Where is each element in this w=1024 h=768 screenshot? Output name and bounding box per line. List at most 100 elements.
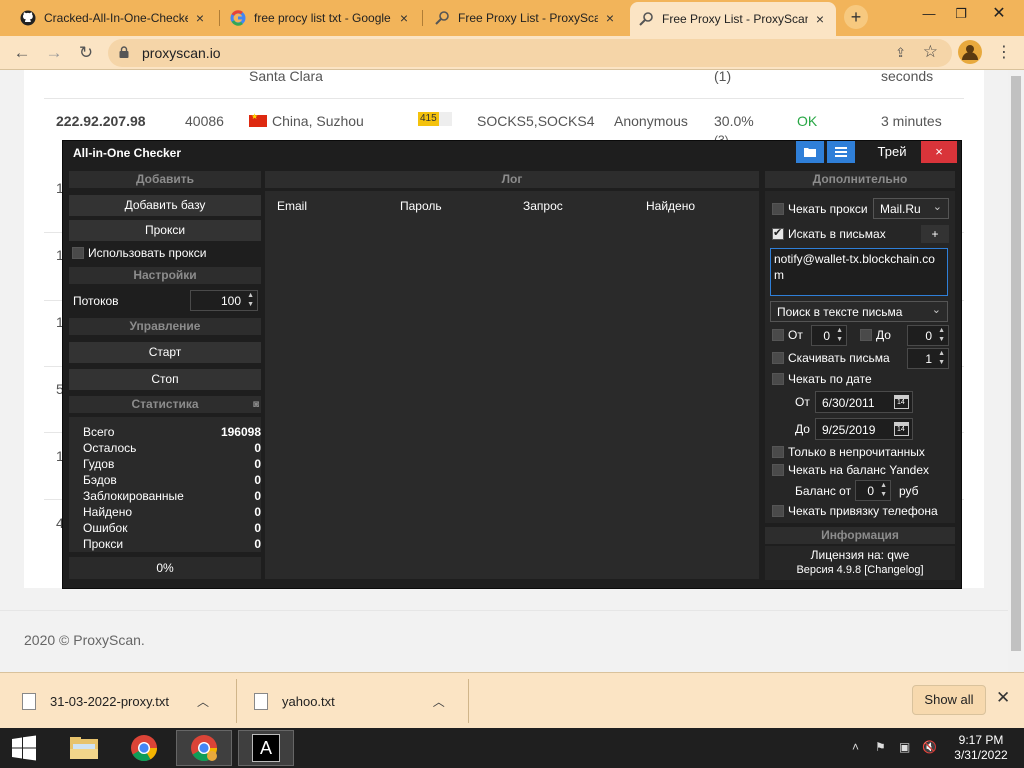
camera-icon[interactable]: ◙ xyxy=(253,396,259,413)
stepper-arrows-icon[interactable]: ▲ ▼ xyxy=(880,481,887,499)
bookmark-star-icon[interactable]: ☆ xyxy=(923,42,938,62)
download-item[interactable]: yahoo.txt ︿ xyxy=(246,682,445,720)
checker-app-icon[interactable]: A xyxy=(238,730,294,766)
cell-type: SOCKS5,SOCKS4 xyxy=(477,113,595,129)
add-query-button[interactable]: + xyxy=(921,225,949,243)
tab-close-icon[interactable]: × xyxy=(812,11,828,27)
search-query-textarea[interactable]: notify@wallet-tx.blockchain.com xyxy=(770,248,948,296)
back-arrow-icon[interactable]: ← xyxy=(10,42,34,66)
checker-close-button[interactable]: × xyxy=(921,141,957,163)
download-item[interactable]: 31-03-2022-proxy.txt ︿ xyxy=(14,682,209,720)
tab-close-icon[interactable]: × xyxy=(602,10,618,26)
tab-close-icon[interactable]: × xyxy=(396,10,412,26)
stats-header: Статистика ◙ xyxy=(69,396,261,413)
phone-binding-checkbox[interactable] xyxy=(772,505,784,517)
log-column-request[interactable]: Запрос xyxy=(523,199,563,213)
stats-panel: Всего 196098 Осталось 0 Гудов 0 Бэдов 0 Забл… xyxy=(69,417,261,552)
download-count-stepper[interactable]: 1 ▲ ▼ xyxy=(907,348,949,369)
restore-icon[interactable]: ❐ xyxy=(948,3,974,25)
tab-github[interactable]: Cracked-All-In-One-Checker × xyxy=(12,3,216,33)
balance-from-stepper[interactable]: 0 ▲ ▼ xyxy=(855,480,891,501)
log-column-password[interactable]: Пароль xyxy=(400,199,442,213)
tab-proxyscan[interactable]: Free Proxy List - ProxyScan × xyxy=(426,3,626,33)
add-database-button[interactable]: Добавить базу xyxy=(69,195,261,216)
reload-icon[interactable]: ↻ xyxy=(74,42,98,66)
cell-anonymity: Anonymous xyxy=(614,113,688,129)
share-icon[interactable]: ⇪ xyxy=(895,45,906,61)
check-by-date-checkbox[interactable] xyxy=(772,373,784,385)
extra-header: Дополнительно xyxy=(765,171,955,188)
scrollbar-thumb[interactable] xyxy=(1011,76,1021,651)
version-changelog-link[interactable]: Версия 4.9.8 [Changelog] xyxy=(765,564,955,576)
file-explorer-icon[interactable] xyxy=(56,730,112,766)
folder-icon[interactable] xyxy=(796,141,824,163)
tab-close-icon[interactable]: × xyxy=(192,10,208,26)
calendar-day: 14 xyxy=(897,399,905,406)
tray-button[interactable]: Трей xyxy=(866,141,918,163)
use-proxy-checkbox[interactable] xyxy=(72,247,84,259)
page-scrollbar[interactable] xyxy=(1008,70,1024,672)
system-clock[interactable]: 9:17 PM 3/31/2022 xyxy=(946,733,1016,763)
window-close-icon[interactable]: ✕ xyxy=(986,3,1012,25)
chevron-up-icon[interactable]: ︿ xyxy=(433,693,445,710)
profile-avatar-icon[interactable] xyxy=(958,40,982,64)
stepper-arrows-icon[interactable]: ▲ ▼ xyxy=(938,349,945,367)
stat-value: 0 xyxy=(254,473,261,487)
stat-row: Заблокированные 0 xyxy=(83,489,261,503)
from-stepper[interactable]: 0 ▲ ▼ xyxy=(811,325,847,346)
check-proxy-checkbox[interactable] xyxy=(772,203,784,215)
download-mail-checkbox[interactable] xyxy=(772,352,784,364)
minimize-icon[interactable]: — xyxy=(916,3,942,25)
date-to-picker[interactable]: 9/25/2019 14 xyxy=(815,418,913,440)
stop-button[interactable]: Стоп xyxy=(69,369,261,390)
calendar-icon[interactable]: 14 xyxy=(894,395,909,409)
network-icon[interactable]: ▣ xyxy=(899,740,910,754)
chrome-icon[interactable] xyxy=(116,730,172,766)
menu-kebab-icon[interactable]: ⋮ xyxy=(996,42,1012,62)
forward-arrow-icon[interactable]: → xyxy=(42,42,66,66)
search-in-mail-checkbox[interactable] xyxy=(772,226,784,240)
list-icon[interactable] xyxy=(827,141,855,163)
stepper-arrows-icon[interactable]: ▲ ▼ xyxy=(247,291,254,309)
balance-currency: руб xyxy=(899,484,919,498)
threads-stepper[interactable]: 100 ▲ ▼ xyxy=(190,290,258,311)
provider-select[interactable]: Mail.Ru ⌄ xyxy=(873,198,949,219)
info-panel: Лицензия на: qwe Версия 4.9.8 [Changelog… xyxy=(765,546,955,580)
new-tab-button[interactable]: + xyxy=(844,5,868,29)
from-checkbox[interactable] xyxy=(772,329,784,341)
date-from-value: 6/30/2011 xyxy=(822,396,875,410)
show-all-button[interactable]: Show all xyxy=(912,685,986,715)
action-center-icon[interactable]: ⚑ xyxy=(875,740,886,754)
lock-icon xyxy=(119,46,129,58)
only-unread-checkbox[interactable] xyxy=(772,446,784,458)
yandex-balance-checkbox[interactable] xyxy=(772,464,784,476)
log-column-email[interactable]: Email xyxy=(277,199,307,213)
to-stepper[interactable]: 0 ▲ ▼ xyxy=(907,325,949,346)
chevron-up-icon[interactable]: ︿ xyxy=(197,693,209,710)
downloads-close-icon[interactable]: ✕ xyxy=(996,688,1010,708)
tray-chevron-up-icon[interactable]: ˄ xyxy=(852,740,859,754)
stat-label: Всего xyxy=(83,425,115,439)
address-bar[interactable]: proxyscan.io ⇪ ☆ xyxy=(108,39,952,67)
date-from-picker[interactable]: 6/30/2011 14 xyxy=(815,391,913,413)
date-to-label: До xyxy=(795,422,810,436)
tab-proxyscan-active[interactable]: Free Proxy List - ProxyScan × xyxy=(630,2,836,36)
log-column-found[interactable]: Найдено xyxy=(646,199,695,213)
chevron-down-icon: ⌄ xyxy=(931,304,941,316)
start-button[interactable]: Старт xyxy=(69,342,261,363)
stepper-arrows-icon[interactable]: ▲ ▼ xyxy=(836,326,843,344)
log-table[interactable]: Email Пароль Запрос Найдено xyxy=(265,191,759,579)
search-mode-select[interactable]: Поиск в тексте письма ⌄ xyxy=(770,301,948,322)
url-text: proxyscan.io xyxy=(142,45,221,61)
windows-start-icon[interactable] xyxy=(0,730,48,766)
tab-google[interactable]: free procy list txt - Google S × xyxy=(222,3,420,33)
proxy-button[interactable]: Прокси xyxy=(69,220,261,241)
stat-label: Найдено xyxy=(83,505,133,519)
search-in-mail-label: Искать в письмах xyxy=(788,227,886,241)
to-checkbox[interactable] xyxy=(860,329,872,341)
cell-ip[interactable]: 222.92.207.98 xyxy=(56,113,146,129)
volume-muted-icon[interactable]: 🔇 xyxy=(922,740,937,754)
chrome-window-icon[interactable] xyxy=(176,730,232,766)
stepper-arrows-icon[interactable]: ▲ ▼ xyxy=(938,326,945,344)
calendar-icon[interactable]: 14 xyxy=(894,422,909,436)
